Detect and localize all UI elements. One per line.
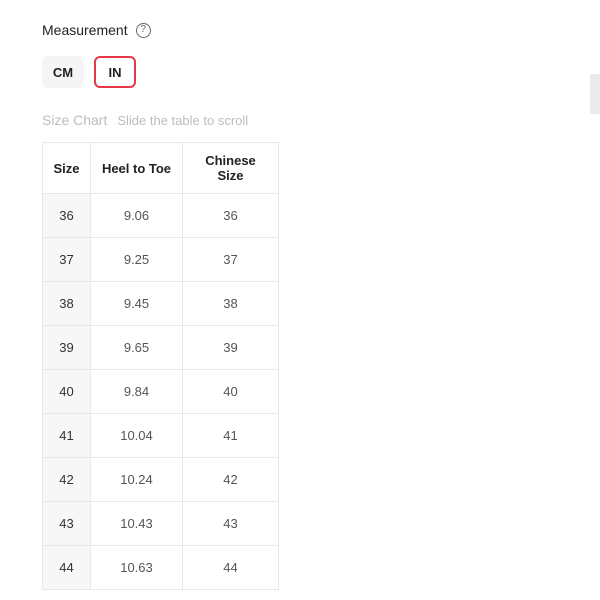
cell-size: 41 — [43, 414, 91, 458]
cell-chinese-size: 44 — [183, 546, 279, 590]
cell-chinese-size: 38 — [183, 282, 279, 326]
col-chinese-size: Chinese Size — [183, 143, 279, 194]
size-chart-hint: Slide the table to scroll — [117, 113, 248, 128]
unit-cm-button[interactable]: CM — [42, 56, 84, 88]
size-chart-header: Size Chart Slide the table to scroll — [42, 112, 600, 128]
unit-toggle: CM IN — [42, 56, 600, 88]
cell-chinese-size: 42 — [183, 458, 279, 502]
col-size: Size — [43, 143, 91, 194]
cell-size: 38 — [43, 282, 91, 326]
cell-heel-to-toe: 9.45 — [91, 282, 183, 326]
cell-size: 37 — [43, 238, 91, 282]
table-row: 43 10.43 43 — [43, 502, 279, 546]
cell-chinese-size: 41 — [183, 414, 279, 458]
table-row: 44 10.63 44 — [43, 546, 279, 590]
unit-in-button[interactable]: IN — [94, 56, 136, 88]
table-row: 37 9.25 37 — [43, 238, 279, 282]
right-edge-handle — [590, 74, 600, 114]
measurement-label: Measurement — [42, 22, 128, 38]
table-row: 36 9.06 36 — [43, 194, 279, 238]
table-row: 42 10.24 42 — [43, 458, 279, 502]
table-row: 39 9.65 39 — [43, 326, 279, 370]
size-chart-table[interactable]: Size Heel to Toe Chinese Size 36 9.06 36… — [42, 142, 279, 590]
help-icon[interactable]: ? — [136, 23, 151, 38]
table-row: 38 9.45 38 — [43, 282, 279, 326]
cell-chinese-size: 37 — [183, 238, 279, 282]
cell-size: 39 — [43, 326, 91, 370]
cell-chinese-size: 39 — [183, 326, 279, 370]
cell-size: 44 — [43, 546, 91, 590]
cell-chinese-size: 40 — [183, 370, 279, 414]
cell-heel-to-toe: 10.04 — [91, 414, 183, 458]
col-heel-to-toe: Heel to Toe — [91, 143, 183, 194]
cell-heel-to-toe: 10.24 — [91, 458, 183, 502]
cell-size: 36 — [43, 194, 91, 238]
cell-size: 40 — [43, 370, 91, 414]
cell-heel-to-toe: 9.06 — [91, 194, 183, 238]
cell-chinese-size: 43 — [183, 502, 279, 546]
size-chart-title: Size Chart — [42, 112, 107, 128]
cell-size: 43 — [43, 502, 91, 546]
table-body: 36 9.06 36 37 9.25 37 38 9.45 38 39 9.65… — [43, 194, 279, 590]
table-row: 41 10.04 41 — [43, 414, 279, 458]
cell-size: 42 — [43, 458, 91, 502]
table-header-row: Size Heel to Toe Chinese Size — [43, 143, 279, 194]
measurement-header: Measurement ? — [42, 22, 600, 38]
cell-heel-to-toe: 9.65 — [91, 326, 183, 370]
table-row: 40 9.84 40 — [43, 370, 279, 414]
cell-heel-to-toe: 9.25 — [91, 238, 183, 282]
cell-heel-to-toe: 10.43 — [91, 502, 183, 546]
cell-heel-to-toe: 9.84 — [91, 370, 183, 414]
cell-heel-to-toe: 10.63 — [91, 546, 183, 590]
cell-chinese-size: 36 — [183, 194, 279, 238]
